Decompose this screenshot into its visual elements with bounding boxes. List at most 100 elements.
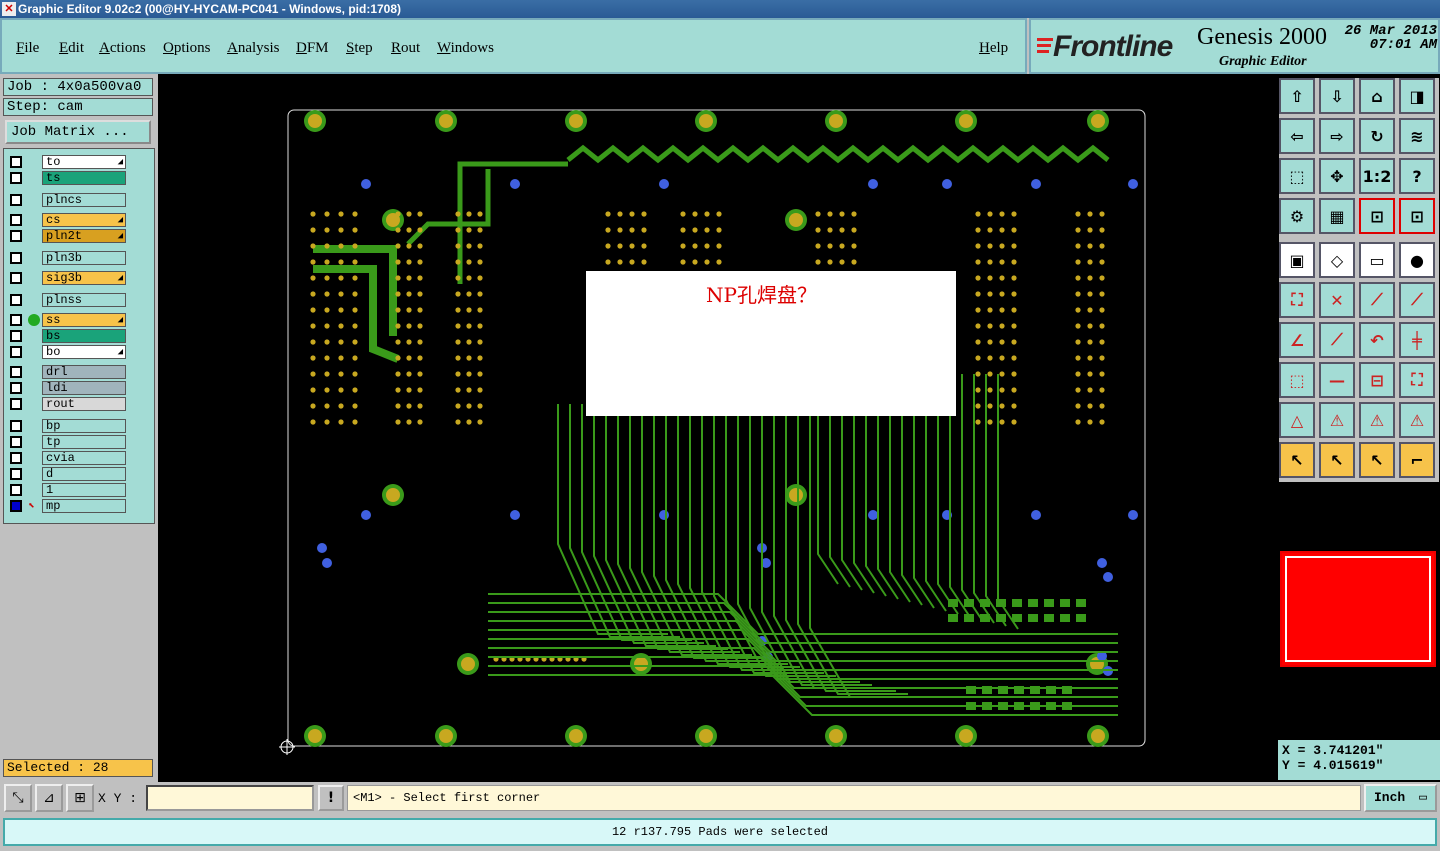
menu-help[interactable]: Help [979, 40, 1008, 57]
nodes-icon[interactable]: ⛶ [1279, 282, 1315, 318]
rotate-icon[interactable]: ↻ [1359, 118, 1395, 154]
layer-checkbox[interactable] [10, 194, 22, 206]
layer-row[interactable]: rout [8, 397, 126, 411]
layer-row[interactable]: tp [8, 435, 126, 449]
layer-checkbox[interactable] [10, 172, 22, 184]
home-icon[interactable]: ⌂ [1359, 78, 1395, 114]
layer-checkbox[interactable] [10, 436, 22, 448]
layer-name[interactable]: bp [42, 419, 126, 433]
triangle-a-icon[interactable]: ⚠ [1319, 402, 1355, 438]
layer-name[interactable]: rout [42, 397, 126, 411]
layer-name[interactable]: pln3b [42, 251, 126, 265]
layer-name[interactable]: to ◢ [42, 155, 126, 169]
square-dots-icon[interactable]: ⬚ [1279, 362, 1315, 398]
menu-dfm[interactable]: DFM [296, 40, 329, 57]
layer-row[interactable]: pln3b [8, 251, 126, 265]
line-icon[interactable]: ⟋ [1359, 282, 1395, 318]
measure-icon[interactable]: ⊿ [35, 784, 63, 812]
layer-checkbox[interactable] [10, 294, 22, 306]
layer-name[interactable]: cvia [42, 451, 126, 465]
layer-checkbox[interactable] [10, 500, 22, 512]
menu-actions[interactable]: Actions [99, 40, 146, 57]
wave-icon[interactable]: ≋ [1399, 118, 1435, 154]
layer-checkbox[interactable] [10, 484, 22, 496]
diagonal-icon[interactable]: ⟋ [1319, 322, 1355, 358]
layer-row[interactable]: drl [8, 365, 126, 379]
layer-checkbox[interactable] [10, 346, 22, 358]
job-matrix-button[interactable]: Job Matrix ... [5, 120, 151, 144]
layer-checkbox[interactable] [10, 382, 22, 394]
layer-name[interactable]: sig3b ◢ [42, 271, 126, 285]
layer-row[interactable]: pln2t ◢ [8, 229, 126, 243]
layer-row[interactable]: plncs [8, 193, 126, 207]
right-icon[interactable]: ⇨ [1319, 118, 1355, 154]
dash-icon[interactable]: — [1319, 362, 1355, 398]
layer-checkbox[interactable] [10, 230, 22, 242]
layer-checkbox[interactable] [10, 398, 22, 410]
layer-name[interactable]: ss ◢ [42, 313, 126, 327]
menu-file[interactable]: File [16, 40, 39, 57]
arc-icon[interactable]: ↶ [1359, 322, 1395, 358]
triangle-c-icon[interactable]: ⚠ [1399, 402, 1435, 438]
layer-row[interactable]: bo ◢ [8, 345, 126, 359]
triangle-icon[interactable]: △ [1279, 402, 1315, 438]
layer-name[interactable]: tp [42, 435, 126, 449]
layer-row[interactable]: ts [8, 171, 126, 185]
layer-row[interactable]: cvia [8, 451, 126, 465]
menu-analysis[interactable]: Analysis [227, 40, 280, 57]
move-up-icon[interactable]: ⇧ [1279, 78, 1315, 114]
layer-name[interactable]: bo ◢ [42, 345, 126, 359]
help-icon[interactable]: ? [1399, 158, 1435, 194]
circle-icon[interactable]: ● [1399, 242, 1435, 278]
layer-checkbox[interactable] [10, 330, 22, 342]
triangle-b-icon[interactable]: ⚠ [1359, 402, 1395, 438]
pan-icon[interactable]: ✥ [1319, 158, 1355, 194]
layer-name[interactable]: mp [42, 499, 126, 513]
layer-name[interactable]: ldi [42, 381, 126, 395]
layer-row[interactable]: cs ◢ [8, 213, 126, 227]
layer-checkbox[interactable] [10, 214, 22, 226]
layer-name[interactable]: d [42, 467, 126, 481]
layer-name[interactable]: plncs [42, 193, 126, 207]
settings-icon[interactable]: ⚙ [1279, 198, 1315, 234]
layer-row[interactable]: bs [8, 329, 126, 343]
layers-red2-icon[interactable]: ⊡ [1399, 198, 1435, 234]
menu-rout[interactable]: Rout [391, 40, 420, 57]
menu-windows[interactable]: Windows [437, 40, 494, 57]
cross-icon[interactable]: ✕ [1319, 282, 1355, 318]
pointer-icon[interactable]: ↖ [1279, 442, 1315, 478]
layer-row[interactable]: ldi [8, 381, 126, 395]
grid-snap-icon[interactable]: ⊞ [66, 784, 94, 812]
ruler-icon[interactable]: ▭ [1359, 242, 1395, 278]
angle-icon[interactable]: ∠ [1279, 322, 1315, 358]
layer-row[interactable]: bp [8, 419, 126, 433]
layer-name[interactable]: plnss [42, 293, 126, 307]
unit-selector[interactable]: Inch ▭ [1364, 784, 1437, 812]
warning-icon[interactable]: ! [318, 785, 344, 811]
measure-box-icon[interactable]: ⊟ [1359, 362, 1395, 398]
split-icon[interactable]: ◨ [1399, 78, 1435, 114]
zoom-area-icon[interactable]: ⤡ [4, 784, 32, 812]
layer-name[interactable]: 1 [42, 483, 126, 497]
layer-name[interactable]: ts [42, 171, 126, 185]
bracket-icon[interactable]: ╪ [1399, 322, 1435, 358]
layer-checkbox[interactable] [10, 272, 22, 284]
xy-input[interactable] [146, 785, 314, 811]
layer-checkbox[interactable] [10, 468, 22, 480]
line2-icon[interactable]: ⟋ [1399, 282, 1435, 318]
layer-checkbox[interactable] [10, 420, 22, 432]
path-icon[interactable]: ⌐ [1399, 442, 1435, 478]
layer-name[interactable]: drl [42, 365, 126, 379]
layer-row[interactable]: d [8, 467, 126, 481]
polygon-icon[interactable]: ◇ [1319, 242, 1355, 278]
layer-name[interactable]: pln2t ◢ [42, 229, 126, 243]
menu-edit[interactable]: Edit [59, 40, 84, 57]
zoom-ratio-icon[interactable]: 1:2 [1359, 158, 1395, 194]
blobs-icon[interactable]: ⛶ [1399, 362, 1435, 398]
pointer-box2-icon[interactable]: ↖ [1359, 442, 1395, 478]
select-pad-icon[interactable]: ▣ [1279, 242, 1315, 278]
menu-step[interactable]: Step [346, 40, 373, 57]
layers-red-icon[interactable]: ⊡ [1359, 198, 1395, 234]
layer-row[interactable]: sig3b ◢ [8, 271, 126, 285]
layer-name[interactable]: cs ◢ [42, 213, 126, 227]
